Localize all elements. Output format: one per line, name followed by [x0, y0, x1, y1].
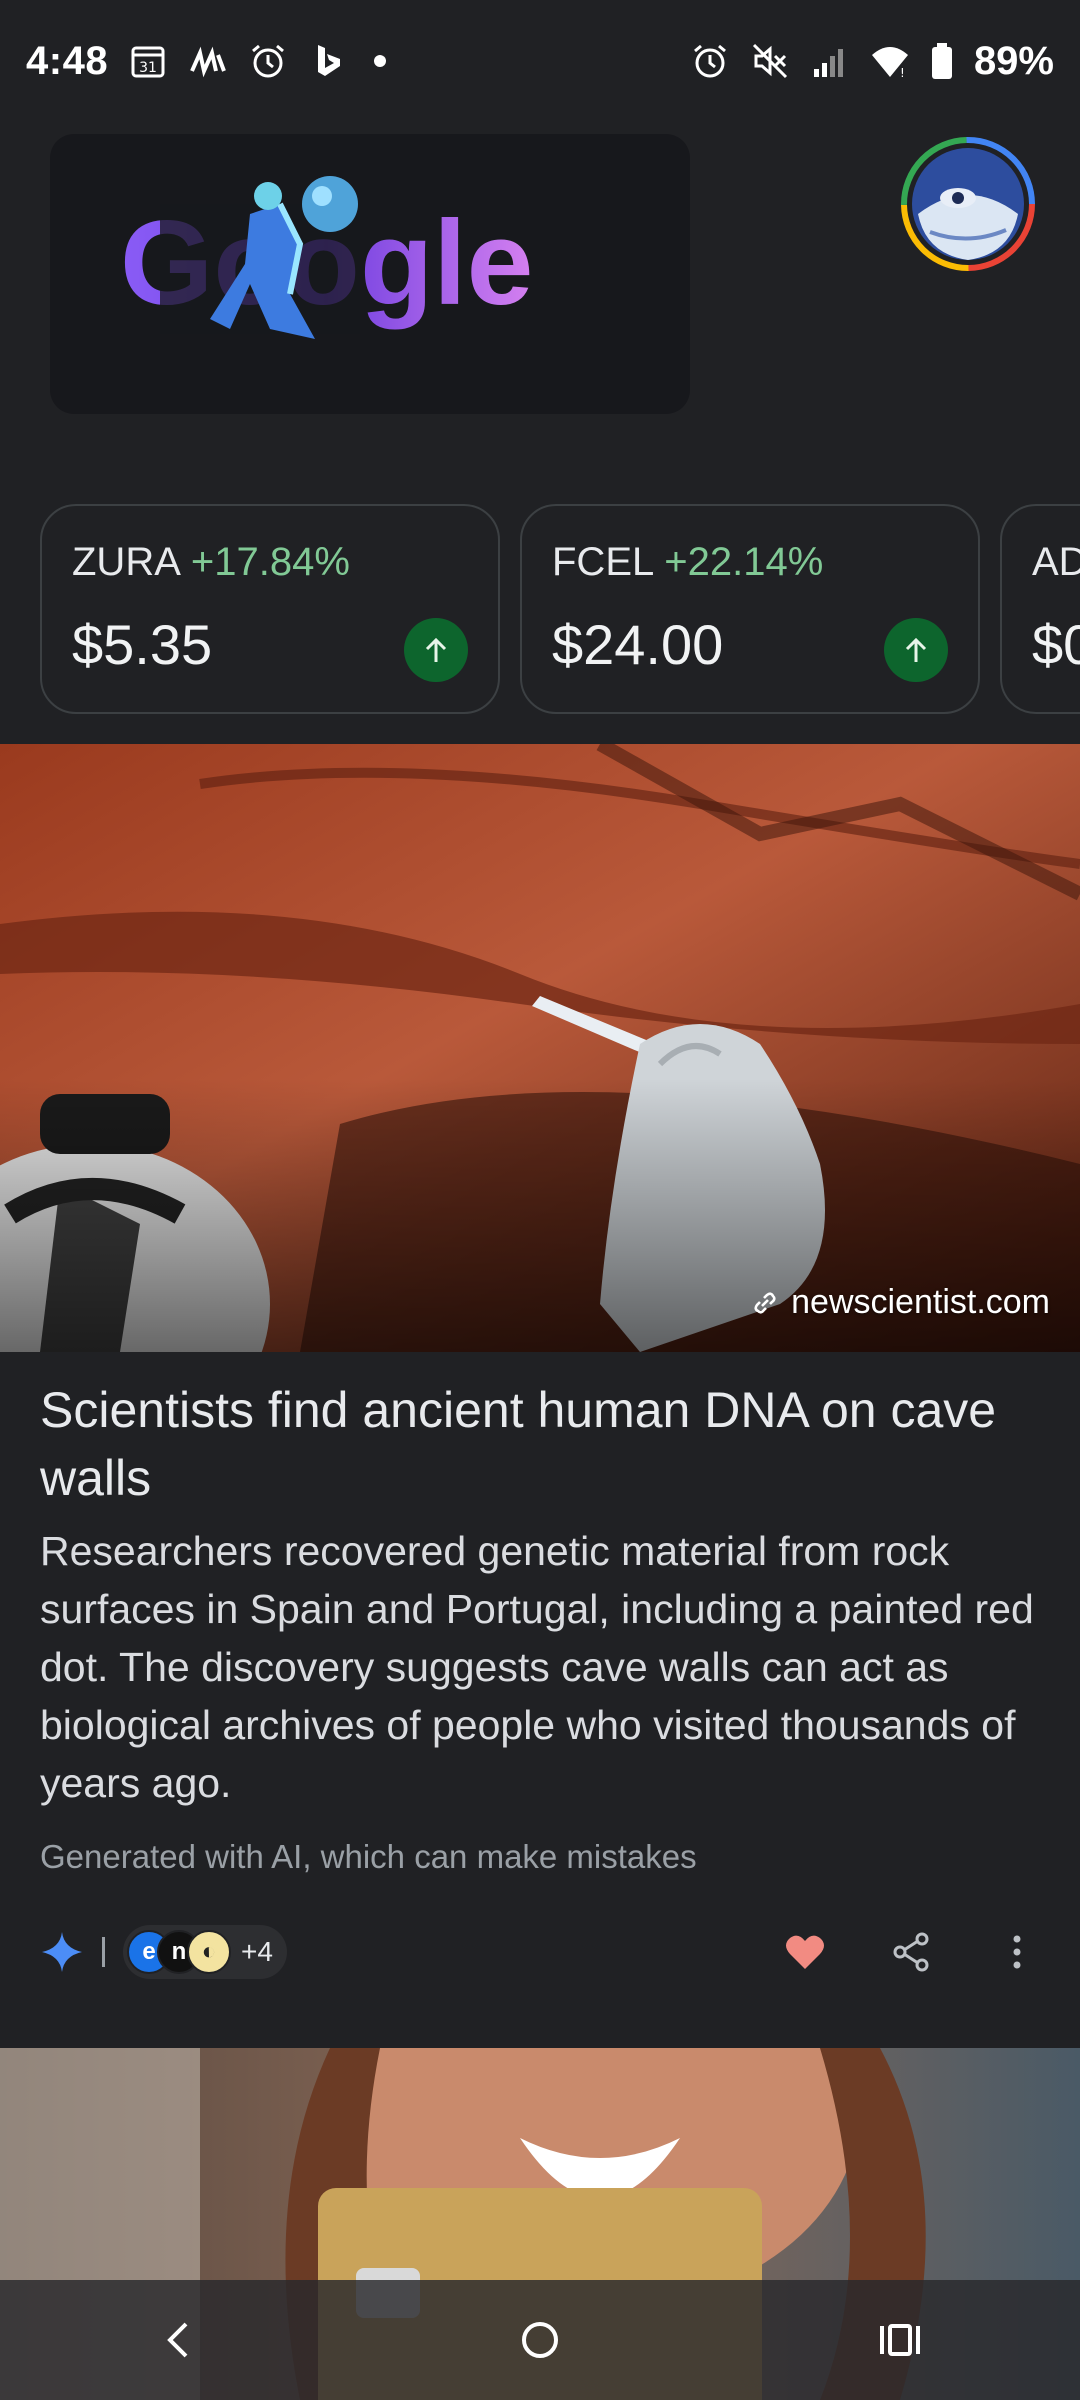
status-time: 4:48 [26, 38, 109, 83]
mute-icon [750, 41, 790, 81]
stock-price: $24.00 [552, 613, 724, 676]
publisher-avatar: ◐ [187, 1930, 231, 1974]
bing-icon [308, 41, 348, 81]
stock-ticker: ZURA [72, 540, 181, 584]
ai-sparkle-icon [40, 1930, 84, 1974]
battery-icon [930, 41, 954, 81]
stock-change: +22.14% [664, 540, 824, 584]
wifi-icon: ! [870, 41, 910, 81]
svg-text:31: 31 [139, 60, 157, 76]
home-button[interactable] [500, 2300, 580, 2380]
account-avatar[interactable] [900, 136, 1036, 272]
article-title[interactable]: Scientists find ancient human DNA on cav… [40, 1376, 1040, 1512]
stock-price: $0 [1032, 613, 1080, 676]
ai-disclaimer: Generated with AI, which can make mistak… [40, 1838, 697, 1875]
link-icon [751, 1289, 779, 1317]
app-logo-icon [188, 41, 228, 81]
heart-icon[interactable] [782, 1929, 828, 1975]
share-icon[interactable] [888, 1929, 934, 1975]
notification-dot [374, 55, 387, 67]
battery-percent: 89% [973, 38, 1054, 83]
calendar-icon: 31 [128, 41, 168, 81]
navigation-bar [0, 2280, 1080, 2400]
signal-icon [810, 41, 850, 81]
google-doodle[interactable]: Google [50, 134, 690, 414]
source-name: newscientist.com [791, 1283, 1050, 1321]
divider [102, 1937, 105, 1967]
stock-card[interactable]: AD $0 [1000, 504, 1080, 714]
stock-ticker-carousel[interactable]: ZURA +17.84% $5.35 FCEL +22.14% $24.00 AD … [0, 504, 1080, 714]
stock-ticker: FCEL [552, 540, 655, 584]
svg-text:!: ! [900, 66, 905, 80]
status-bar: 4:48 31 ! 89% [0, 0, 1080, 122]
back-icon [167, 2322, 188, 2358]
stock-card[interactable]: FCEL +22.14% $24.00 [520, 504, 980, 714]
article-summary: Researchers recovered genetic material f… [40, 1528, 1034, 1806]
stock-price: $5.35 [72, 613, 213, 676]
back-button[interactable] [140, 2300, 220, 2380]
source-publishers[interactable]: e n ◐ +4 [123, 1925, 287, 1979]
more-sources-count: +4 [241, 1936, 273, 1967]
stock-card[interactable]: ZURA +17.84% $5.35 [40, 504, 500, 714]
stock-change: +17.84% [190, 540, 350, 584]
recents-icon [880, 2324, 920, 2356]
home-icon [522, 2322, 558, 2358]
article-source-link[interactable]: newscientist.com [751, 1283, 1050, 1322]
alarm-icon [248, 41, 288, 81]
more-options-icon[interactable] [994, 1929, 1040, 1975]
recents-button[interactable] [860, 2300, 940, 2380]
arrow-up-icon [884, 618, 948, 682]
article-hero-image[interactable]: newscientist.com [0, 744, 1080, 1352]
arrow-up-icon [404, 618, 468, 682]
article-actions: e n ◐ +4 [40, 1920, 1040, 1984]
alarm-icon [690, 41, 730, 81]
stock-ticker: AD [1032, 540, 1080, 584]
